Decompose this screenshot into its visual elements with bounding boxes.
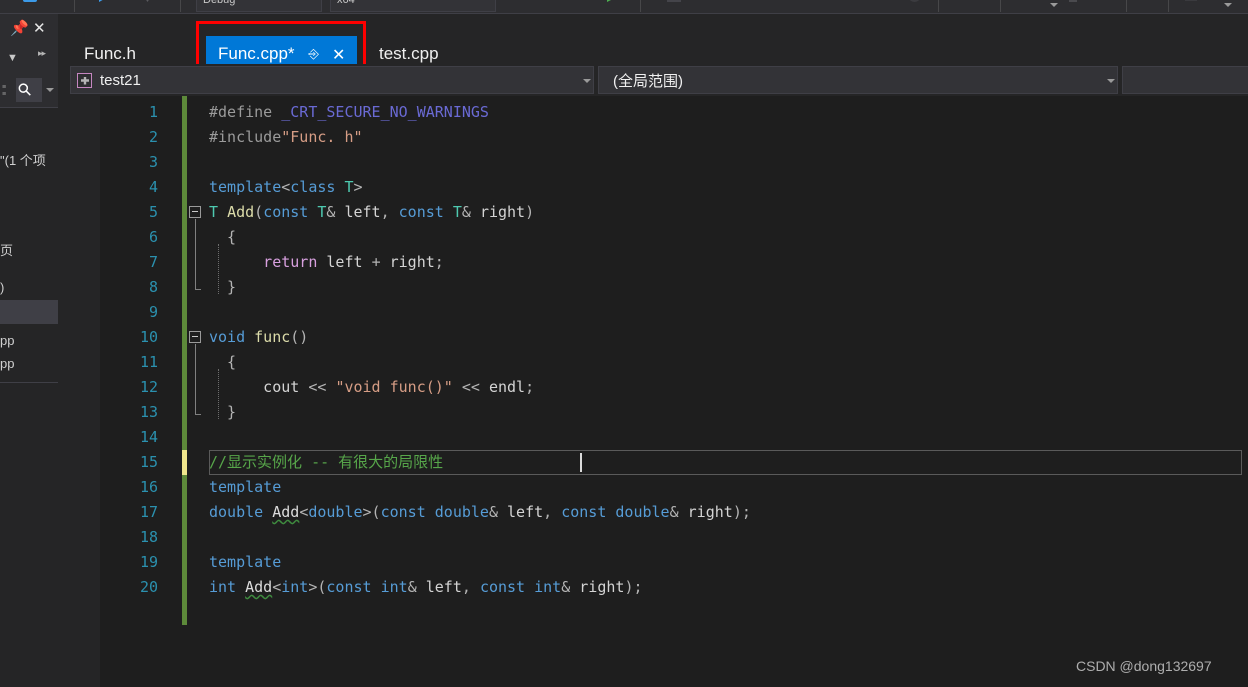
pin-icon[interactable]: 📌 xyxy=(10,20,29,38)
code-line: template xyxy=(209,553,282,571)
close-icon[interactable]: ✕ xyxy=(332,45,345,64)
comment-text: //显示实例化 -- 有很大的局限性 xyxy=(209,453,444,471)
outlining-bracket xyxy=(195,219,196,289)
line-number: 19 xyxy=(139,553,158,571)
code-line: template<class T> xyxy=(209,178,363,196)
scope-selector-label: (全局范围) xyxy=(613,72,683,90)
project-selector-label: test21 xyxy=(100,71,141,89)
editor-left-margin xyxy=(58,96,100,687)
line-number: 15 xyxy=(139,453,158,471)
toolbar-overflow-icon[interactable] xyxy=(1224,3,1232,7)
line-number: 16 xyxy=(139,478,158,496)
platform-combo[interactable]: x64 xyxy=(330,0,496,12)
redo-dropdown-icon[interactable] xyxy=(143,0,152,2)
left-tool-window xyxy=(0,14,58,687)
editor-navigation-bar: test21 (全局范围) xyxy=(58,64,1248,96)
code-line: } xyxy=(209,278,237,296)
chevron-down-icon[interactable] xyxy=(1050,3,1058,7)
undo-icon[interactable] xyxy=(99,0,109,2)
stop-icon[interactable] xyxy=(667,0,681,2)
history-icon[interactable] xyxy=(909,0,920,2)
split-icon[interactable] xyxy=(1069,0,1077,2)
line-number: 9 xyxy=(148,303,158,321)
line-number: 13 xyxy=(139,403,158,421)
sort-icon[interactable]: ≡ ≡ xyxy=(2,84,6,98)
line-number: 11 xyxy=(139,353,158,371)
line-number-gutter: 1 2 3 4 5 6 7 8 9 10 11 12 13 14 15 16 1… xyxy=(100,96,166,687)
member-selector[interactable] xyxy=(1122,66,1248,94)
outlining-bracket-foot xyxy=(195,414,201,415)
code-line: double Add<double>(const double& left, c… xyxy=(209,503,751,521)
code-line: { xyxy=(209,228,237,246)
save-icon[interactable] xyxy=(47,0,59,2)
close-icon[interactable]: ✕ xyxy=(33,19,46,37)
zoom-level-label xyxy=(783,0,827,2)
collapse-toggle-func[interactable] xyxy=(189,331,201,343)
outlining-margin[interactable] xyxy=(187,96,209,687)
toolbox-icon[interactable] xyxy=(1185,0,1197,1)
run-icon[interactable] xyxy=(607,0,615,2)
code-line: void func() xyxy=(209,328,309,346)
code-line: } xyxy=(209,403,237,421)
code-line: return left + right; xyxy=(209,253,444,271)
code-text-area[interactable]: #define _CRT_SECURE_NO_WARNINGS #include… xyxy=(209,96,1248,687)
code-editor[interactable]: 1 2 3 4 5 6 7 8 9 10 11 12 13 14 15 16 1… xyxy=(58,96,1248,687)
left-panel-clipped-line-5[interactable]: pp xyxy=(0,356,14,371)
code-line: cout << "void func()" << endl; xyxy=(209,378,535,396)
visual-studio-window: Debug x64 📌 ✕ ▼ ▸▸ ≡ ≡ ⚲ "(1 个项 页 ) pp p… xyxy=(0,0,1248,687)
text-cursor xyxy=(580,453,582,472)
line-number: 7 xyxy=(148,253,158,271)
left-panel-selected-row[interactable] xyxy=(0,301,58,323)
line-number: 18 xyxy=(139,528,158,546)
overflow-chevrons-icon[interactable]: ▸▸ xyxy=(38,48,46,59)
line-number: 12 xyxy=(139,378,158,396)
line-number: 17 xyxy=(139,503,158,521)
collapse-toggle-add[interactable] xyxy=(189,206,201,218)
tab-label: Func.h xyxy=(84,44,136,63)
main-toolbar: Debug x64 xyxy=(0,0,1248,14)
line-number: 14 xyxy=(139,428,158,446)
csdn-watermark: CSDN @dong132697 xyxy=(1076,658,1212,674)
line-number: 2 xyxy=(148,128,158,146)
code-line: T Add(const T& left, const T& right) xyxy=(209,203,535,221)
code-line: #include"Func. h" xyxy=(209,128,363,146)
pin-icon[interactable]: ⎆ xyxy=(309,47,319,62)
line-number: 6 xyxy=(148,228,158,246)
code-line: int Add<int>(const int& left, const int&… xyxy=(209,578,643,596)
scope-selector[interactable]: (全局范围) xyxy=(598,66,1118,94)
line-number: 1 xyxy=(148,103,158,121)
configuration-combo[interactable]: Debug xyxy=(196,0,322,12)
line-number: 20 xyxy=(139,578,158,596)
chevron-down-icon[interactable]: ▼ xyxy=(7,52,18,64)
line-number: 10 xyxy=(139,328,158,346)
new-file-icon[interactable] xyxy=(23,0,37,2)
code-line: #define _CRT_SECURE_NO_WARNINGS xyxy=(209,103,489,121)
outlining-bracket-foot xyxy=(195,289,201,290)
left-panel-clipped-line-2: 页 xyxy=(0,243,14,258)
line-number: 5 xyxy=(148,203,158,221)
left-panel-clipped-line-3: ) xyxy=(0,280,5,295)
line-number: 4 xyxy=(148,178,158,196)
outlining-bracket xyxy=(195,344,196,414)
line-number: 8 xyxy=(148,278,158,296)
left-tool-window-titlebar xyxy=(0,14,58,46)
line-number: 3 xyxy=(148,153,158,171)
code-line-current: //显示实例化 -- 有很大的局限性 xyxy=(209,450,443,475)
left-panel-clipped-line-4[interactable]: pp xyxy=(0,333,14,348)
project-puzzle-icon xyxy=(77,72,92,88)
code-line: template xyxy=(209,478,282,496)
project-selector[interactable]: test21 xyxy=(70,66,594,94)
tab-label: Func.cpp* xyxy=(218,44,295,63)
tab-label: test.cpp xyxy=(379,44,439,63)
left-panel-clipped-line-1: "(1 个项 xyxy=(0,153,46,168)
editor-tab-strip: Func.h Func.cpp* ⎆ ✕ test.cpp xyxy=(58,14,1248,75)
code-line: { xyxy=(209,353,237,371)
